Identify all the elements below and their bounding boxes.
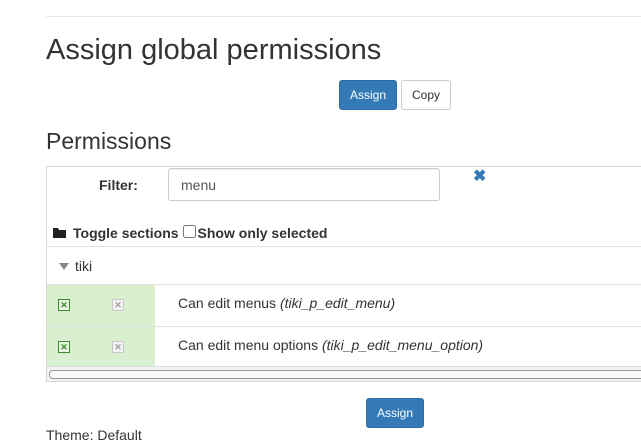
table-row: ✕ ✕ Can edit menus (tiki_p_edit_menu) [47,284,641,327]
permission-code: (tiki_p_edit_menu) [279,295,396,311]
close-icon[interactable]: ✖ [473,169,486,185]
filter-label: Filter: [99,177,138,193]
theme-section-label: Theme: Default [46,427,142,443]
permission-checkbox[interactable]: ✕ [58,299,70,311]
horizontal-scrollbar[interactable] [47,366,641,381]
permission-label: Can edit menus (tiki_p_edit_menu) [178,295,396,311]
assign-bottom-button[interactable]: Assign [366,398,424,428]
top-divider [46,16,641,17]
selected-cell: ✕ ✕ [47,327,155,369]
inherited-checkbox: ✕ [112,341,124,353]
table-row: ✕ ✕ Can edit menu options (tiki_p_edit_m… [47,326,641,369]
permission-code: (tiki_p_edit_menu_option) [321,337,484,353]
group-row-tiki[interactable]: tiki [47,246,641,285]
permissions-panel: Filter: ✖ Toggle sections Show only sele… [46,166,641,382]
show-only-selected-checkbox[interactable] [182,224,196,238]
inherited-checkbox: ✕ [112,299,124,311]
toggle-sections-link[interactable]: Toggle sections [73,225,179,241]
permission-label: Can edit menu options (tiki_p_edit_menu_… [178,337,484,353]
group-label: tiki [75,258,93,274]
folder-icon [53,227,66,239]
permission-checkbox[interactable]: ✕ [58,341,70,353]
scrollbar-thumb[interactable] [49,370,641,379]
permissions-heading: Permissions [46,128,172,154]
permissions-toolbar: Toggle sections Show only selected [53,223,327,243]
selected-cell: ✕ ✕ [47,285,155,327]
show-only-selected-label: Show only selected [197,225,328,241]
caret-down-icon[interactable] [59,262,69,270]
copy-button[interactable]: Copy [401,80,451,110]
page-title: Assign global permissions [46,34,382,66]
assign-button[interactable]: Assign [339,80,397,110]
filter-input[interactable] [168,168,440,201]
